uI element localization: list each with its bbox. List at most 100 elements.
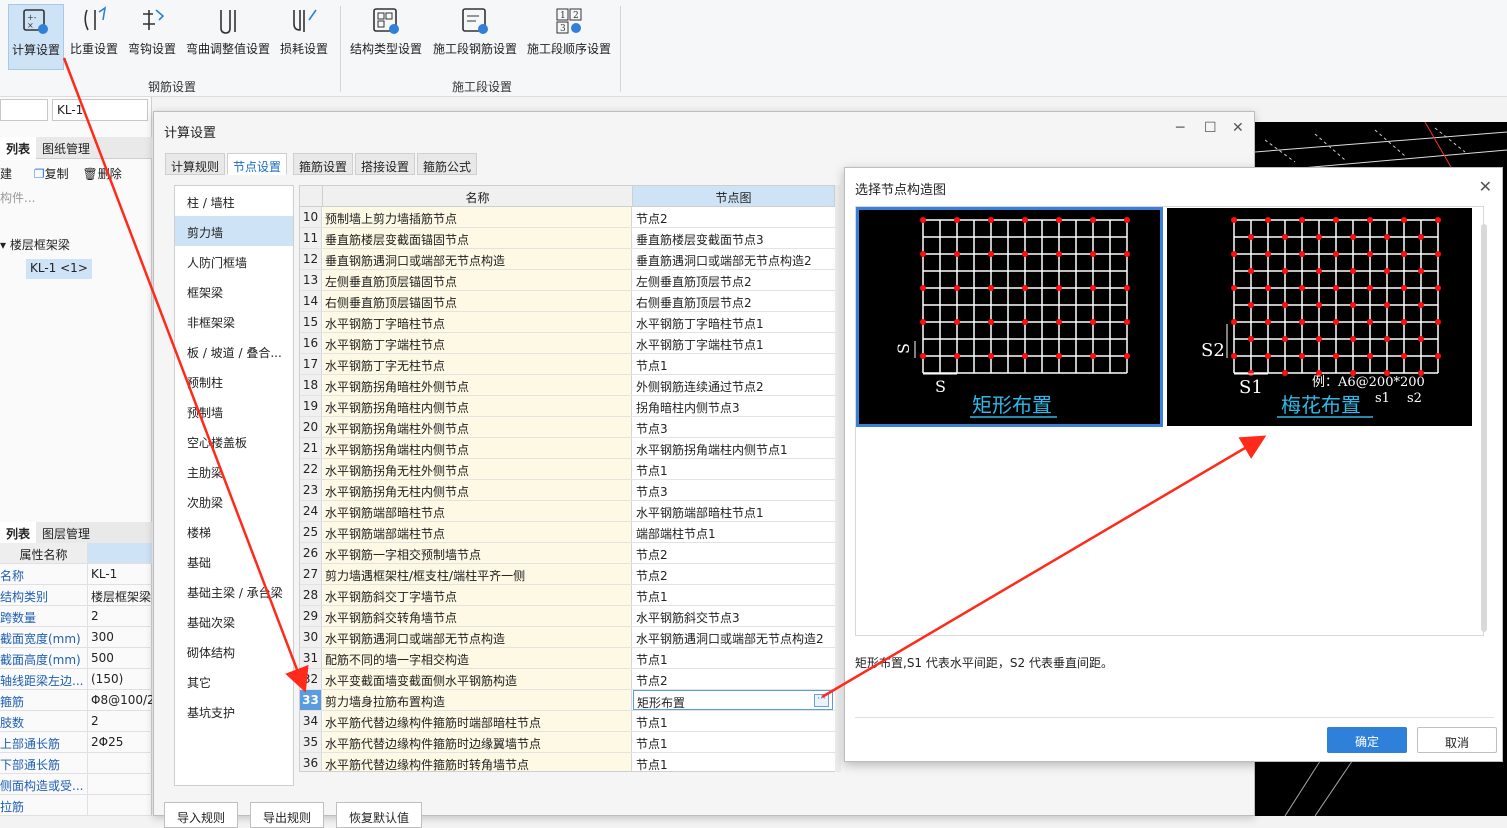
category-item[interactable]: 板 / 坡道 / 叠合... — [175, 336, 293, 366]
close-icon[interactable]: ✕ — [1479, 177, 1492, 196]
calc-settings-button[interactable]: +- × 计算设置 — [8, 4, 64, 70]
ellipsis-icon[interactable]: ··· — [814, 694, 829, 707]
row-node[interactable]: 水平钢筋丁字端柱节点1 — [633, 333, 833, 353]
category-item[interactable]: 楼梯 — [175, 516, 293, 546]
tree-item-kl1[interactable]: KL-1 <1> — [26, 259, 92, 279]
property-row[interactable]: 拉筋 — [0, 795, 152, 816]
property-row[interactable]: 侧面构造或受... — [0, 774, 152, 795]
restore-defaults-button[interactable]: 恢复默认值 — [336, 802, 423, 828]
property-row[interactable]: 截面宽度(mm) 300 — [0, 627, 152, 648]
node-image-scrollbar[interactable] — [1481, 224, 1487, 632]
row-node[interactable]: 节点1 — [633, 459, 833, 479]
property-value[interactable]: 楼层框架梁 — [88, 585, 152, 605]
row-node[interactable]: 左侧垂直筋顶层节点2 — [633, 270, 833, 290]
property-value[interactable]: 300 — [88, 627, 152, 647]
category-item[interactable]: 非框架梁 — [175, 306, 293, 336]
table-row[interactable]: 16 水平钢筋丁字端柱节点 水平钢筋丁字端柱节点1 — [300, 333, 835, 354]
property-row[interactable]: 轴线距梁左边... (150) — [0, 669, 152, 690]
category-item[interactable]: 人防门框墙 — [175, 246, 293, 276]
row-node[interactable]: 节点1 — [633, 753, 833, 771]
table-row[interactable]: 12 垂直钢筋遇洞口或端部无节点构造 垂直筋遇洞口或端部无节点构造2 — [300, 249, 835, 270]
table-row[interactable]: 18 水平钢筋拐角暗柱外侧节点 外侧钢筋连续通过节点2 — [300, 375, 835, 396]
row-node[interactable]: 节点2 — [633, 543, 833, 563]
row-node[interactable]: 节点1 — [633, 354, 833, 374]
table-row[interactable]: 31 配筋不同的墙一字相交构造 节点1 — [300, 648, 835, 669]
row-node[interactable]: 节点1 — [633, 648, 833, 668]
table-row[interactable]: 10 预制墙上剪力墙插筋节点 节点2 — [300, 207, 835, 228]
row-node[interactable]: 节点1 — [633, 585, 833, 605]
tab-node-settings[interactable]: 节点设置 — [227, 153, 288, 175]
category-item[interactable]: 基础主梁 / 承台梁 — [175, 576, 293, 606]
copy-button[interactable]: 复制 — [45, 167, 69, 181]
table-row[interactable]: 32 水平变截面墙变截面侧水平钢筋构造 节点2 — [300, 669, 835, 690]
category-item[interactable]: 其它 — [175, 666, 293, 696]
component-select[interactable]: KL-1 — [52, 99, 148, 121]
property-value[interactable]: 2 — [88, 606, 152, 626]
property-value[interactable] — [88, 753, 152, 773]
tab-stirrup-settings[interactable]: 箍筋设置 — [293, 153, 354, 175]
category-item[interactable]: 主肋梁 — [175, 456, 293, 486]
table-row[interactable]: 15 水平钢筋丁字暗柱节点 水平钢筋丁字暗柱节点1 — [300, 312, 835, 333]
property-row[interactable]: 截面高度(mm) 500 — [0, 648, 152, 669]
weight-ratio-button[interactable]: 比重设置 — [68, 4, 120, 70]
row-node[interactable]: 水平钢筋丁字暗柱节点1 — [633, 312, 833, 332]
bend-adjust-button[interactable]: 弯曲调整值设置 — [184, 4, 272, 70]
import-rules-button[interactable]: 导入规则 — [164, 802, 239, 828]
ok-button[interactable]: 确定 — [1327, 727, 1407, 753]
cancel-button[interactable]: 取消 — [1417, 727, 1497, 753]
property-value[interactable]: Φ8@100/2 — [88, 690, 152, 710]
table-row[interactable]: 20 水平钢筋拐角端柱外侧节点 节点3 — [300, 417, 835, 438]
table-row[interactable]: 23 水平钢筋拐角无柱内侧节点 节点3 — [300, 480, 835, 501]
table-row[interactable]: 24 水平钢筋端部暗柱节点 水平钢筋端部暗柱节点1 — [300, 501, 835, 522]
table-row[interactable]: 22 水平钢筋拐角无柱外侧节点 节点1 — [300, 459, 835, 480]
segment-order-button[interactable]: 123 施工段顺序设置 — [524, 4, 614, 70]
property-row[interactable]: 下部通长筋 — [0, 753, 152, 774]
search-input[interactable]: 构件... — [0, 189, 35, 209]
row-node[interactable]: 节点1 — [633, 732, 833, 752]
table-row[interactable]: 17 水平钢筋丁字无柱节点 节点1 — [300, 354, 835, 375]
table-row[interactable]: 29 水平钢筋斜交转角墙节点 水平钢筋斜交节点3 — [300, 606, 835, 627]
close-icon[interactable]: ✕ — [1232, 120, 1244, 136]
hook-button[interactable]: 弯钩设置 — [126, 4, 178, 70]
category-item[interactable]: 预制墙 — [175, 396, 293, 426]
rect-layout-option[interactable]: S S 矩形布置 — [856, 207, 1163, 427]
tab-drawing-manage[interactable]: 图纸管理 — [36, 137, 96, 160]
category-item[interactable]: 基坑支护 — [175, 696, 293, 726]
row-node[interactable]: 节点2 — [633, 669, 833, 689]
row-node[interactable]: 端部端柱节点1 — [633, 522, 833, 542]
table-row[interactable]: 26 水平钢筋一字相交预制墙节点 节点2 — [300, 543, 835, 564]
row-node[interactable]: 垂直筋楼层变截面节点3 — [633, 228, 833, 248]
category-item[interactable]: 空心楼盖板 — [175, 426, 293, 456]
table-row[interactable]: 11 垂直筋楼层变截面锚固节点 垂直筋楼层变截面节点3 — [300, 228, 835, 249]
category-item[interactable]: 剪力墙 — [175, 216, 293, 246]
property-row[interactable]: 结构类别 楼层框架梁 — [0, 585, 152, 606]
category-item[interactable]: 框架梁 — [175, 276, 293, 306]
table-row[interactable]: 30 水平钢筋遇洞口或端部无节点构造 水平钢筋遇洞口或端部无节点构造2 — [300, 627, 835, 648]
tab-property-list[interactable]: 列表 — [0, 522, 37, 545]
category-item[interactable]: 基础次梁 — [175, 606, 293, 636]
row-node[interactable]: 垂直筋遇洞口或端部无节点构造2 — [633, 249, 833, 269]
category-item[interactable]: 次肋梁 — [175, 486, 293, 516]
property-row[interactable]: 箍筋 Φ8@100/2 — [0, 690, 152, 711]
row-node[interactable]: 节点1 — [633, 711, 833, 731]
new-button[interactable]: 建 — [0, 167, 12, 181]
grid-scrollbar[interactable] — [835, 185, 841, 772]
tree-item-parent[interactable]: ▾ 楼层框架梁 — [0, 236, 70, 256]
property-row[interactable]: 跨数量 2 — [0, 606, 152, 627]
table-row[interactable]: 28 水平钢筋斜交丁字墙节点 节点1 — [300, 585, 835, 606]
maximize-icon[interactable]: ☐ — [1204, 120, 1217, 136]
table-row[interactable]: 14 右侧垂直筋顶层锚固节点 右侧垂直筋顶层节点2 — [300, 291, 835, 312]
tab-list[interactable]: 列表 — [0, 137, 37, 160]
row-node[interactable]: 节点3 — [633, 480, 833, 500]
table-row[interactable]: 21 水平钢筋拐角端柱内侧节点 水平钢筋拐角端柱内侧节点1 — [300, 438, 835, 459]
delete-button[interactable]: 删除 — [98, 167, 122, 181]
loss-button[interactable]: 损耗设置 — [278, 4, 330, 70]
row-node[interactable]: 水平钢筋遇洞口或端部无节点构造2 — [633, 627, 833, 647]
row-node[interactable]: 矩形布置 ··· — [633, 690, 833, 710]
category-item[interactable]: 预制柱 — [175, 366, 293, 396]
row-node[interactable]: 拐角暗柱内侧节点3 — [633, 396, 833, 416]
table-row[interactable]: 13 左侧垂直筋顶层锚固节点 左侧垂直筋顶层节点2 — [300, 270, 835, 291]
property-value[interactable] — [88, 774, 152, 794]
property-value[interactable] — [88, 795, 152, 815]
category-item[interactable]: 柱 / 墙柱 — [175, 186, 293, 216]
